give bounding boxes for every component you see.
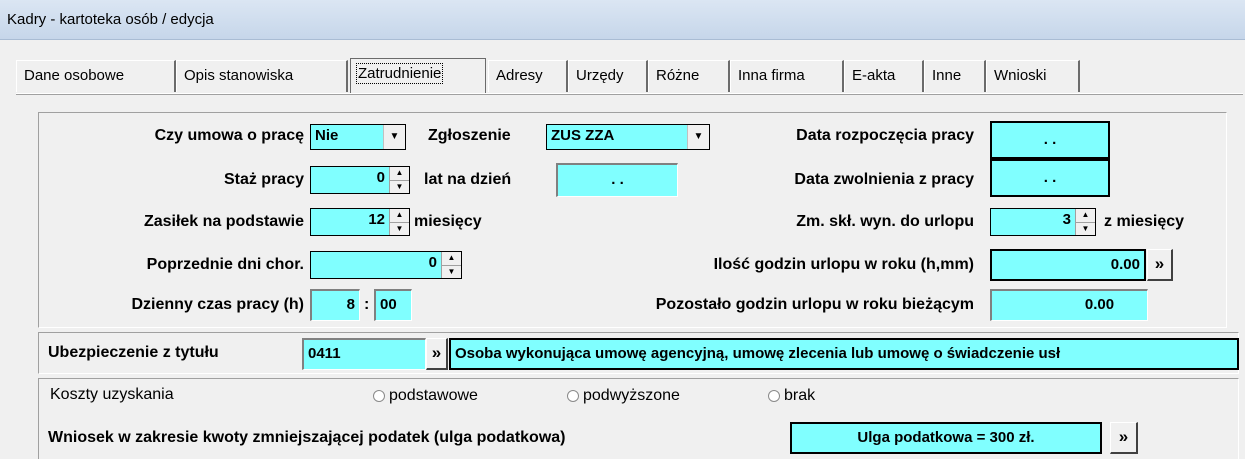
- spin-up-icon[interactable]: ▲: [1076, 209, 1095, 223]
- remaining-hours-field[interactable]: 0.00: [990, 289, 1148, 321]
- registration-select[interactable]: ZUS ZZA ▼: [546, 124, 710, 150]
- prev-sick-days-field[interactable]: 0 ▲ ▼: [310, 251, 462, 279]
- radio-costs-basic-label: podstawowe: [389, 387, 478, 404]
- allowance-label: Zasiłek na podstawie: [143, 213, 304, 230]
- daily-hours-label: Dzienny czas pracy (h): [131, 296, 305, 313]
- vacation-hours-more-button[interactable]: »: [1147, 249, 1173, 281]
- spin-up-icon[interactable]: ▲: [390, 167, 409, 181]
- tab-dane-osobowe[interactable]: Dane osobowe: [16, 60, 176, 92]
- spin-down-icon[interactable]: ▼: [390, 223, 409, 236]
- contract-label: Czy umowa o pracę: [154, 127, 304, 144]
- registration-label: Zgłoszenie: [428, 127, 511, 144]
- years-on-day-label: lat na dzień: [424, 171, 512, 188]
- window-title: Kadry - kartoteka osób / edycja: [7, 11, 214, 28]
- daily-hours-m-field[interactable]: 00: [374, 289, 412, 321]
- tax-relief-field: Ulga podatkowa = 300 zł.: [790, 422, 1102, 454]
- seniority-field[interactable]: 0 ▲ ▼: [310, 166, 410, 194]
- contract-select[interactable]: Nie ▼: [310, 124, 406, 150]
- vacation-salary-field[interactable]: 3 ▲ ▼: [990, 208, 1096, 236]
- end-date-label: Data zwolnienia z pracy: [794, 171, 974, 188]
- tab-inna-firma[interactable]: Inna firma: [730, 60, 844, 92]
- radio-costs-basic[interactable]: [373, 390, 385, 402]
- prev-sick-days-spinner[interactable]: ▲ ▼: [441, 252, 461, 278]
- start-date-label: Data rozpoczęcia pracy: [796, 127, 974, 144]
- spin-down-icon[interactable]: ▼: [442, 266, 461, 279]
- radio-costs-none-label: brak: [784, 387, 816, 404]
- tax-relief-more-button[interactable]: »: [1110, 422, 1138, 454]
- tax-relief-label: Wniosek w zakresie kwoty zmniejszającej …: [48, 429, 566, 446]
- radio-costs-increased-label: podwyższone: [583, 387, 680, 404]
- daily-hours-h-field[interactable]: 8: [310, 289, 360, 321]
- title-bar: Kadry - kartoteka osób / edycja: [0, 0, 1245, 40]
- allowance-field[interactable]: 12 ▲ ▼: [310, 208, 410, 236]
- radio-costs-increased[interactable]: [567, 390, 579, 402]
- spin-up-icon[interactable]: ▲: [390, 209, 409, 223]
- costs-label: Koszty uzyskania: [50, 386, 174, 403]
- vacation-salary-spinner[interactable]: ▲ ▼: [1075, 209, 1095, 235]
- daily-hours-separator: :: [364, 296, 370, 313]
- months-label: miesięcy: [414, 213, 482, 230]
- spin-down-icon[interactable]: ▼: [390, 181, 409, 194]
- vacation-salary-label: Zm. skł. wyn. do urlopu: [796, 213, 974, 230]
- tab-wnioski[interactable]: Wnioski: [986, 60, 1080, 92]
- tab-rozne[interactable]: Różne: [648, 60, 730, 92]
- vacation-hours-label: Ilość godzin urlopu w roku (h,mm): [713, 256, 974, 273]
- tab-inne[interactable]: Inne: [924, 60, 986, 92]
- tab-strip-border: [16, 93, 1243, 95]
- spin-up-icon[interactable]: ▲: [442, 252, 461, 266]
- tab-e-akta[interactable]: E-akta: [844, 60, 924, 92]
- of-months-label: z miesięcy: [1104, 213, 1185, 230]
- tab-urzedy[interactable]: Urzędy: [568, 60, 648, 92]
- tab-adresy[interactable]: Adresy: [488, 60, 568, 92]
- allowance-spinner[interactable]: ▲ ▼: [389, 209, 409, 235]
- insurance-description-field: Osoba wykonująca umowę agencyjną, umowę …: [449, 338, 1239, 370]
- prev-sick-days-label: Poprzednie dni chor.: [146, 256, 304, 273]
- insurance-code-field[interactable]: 0411: [302, 338, 426, 370]
- start-date-field[interactable]: . .: [990, 121, 1110, 159]
- seniority-label: Staż pracy: [223, 171, 304, 188]
- chevron-down-icon[interactable]: ▼: [383, 125, 405, 149]
- vacation-hours-field[interactable]: 0.00: [990, 249, 1146, 281]
- seniority-spinner[interactable]: ▲ ▼: [389, 167, 409, 193]
- insurance-label: Ubezpieczenie z tytułu: [48, 344, 219, 361]
- chevron-down-icon[interactable]: ▼: [687, 125, 709, 149]
- radio-costs-none[interactable]: [768, 390, 780, 402]
- tab-zatrudnienie[interactable]: Zatrudnienie: [350, 58, 486, 93]
- spin-down-icon[interactable]: ▼: [1076, 223, 1095, 236]
- insurance-more-button[interactable]: »: [426, 338, 448, 370]
- tab-opis-stanowiska[interactable]: Opis stanowiska: [176, 60, 348, 92]
- remaining-hours-label: Pozostało godzin urlopu w roku bieżącym: [655, 296, 974, 313]
- end-date-field[interactable]: . .: [990, 159, 1110, 197]
- years-on-day-field[interactable]: . .: [556, 163, 678, 197]
